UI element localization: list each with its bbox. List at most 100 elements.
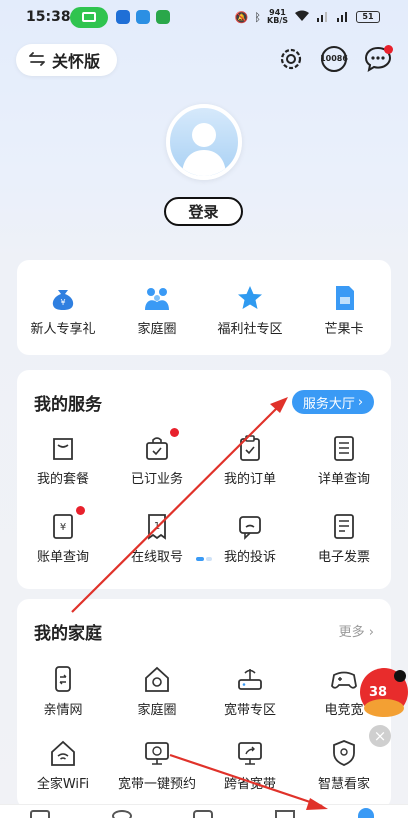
chevron-right-icon: › xyxy=(357,394,364,410)
quick-link-welfare-zone[interactable]: 福利社专区 xyxy=(204,284,296,337)
quick-link-family-circle[interactable]: 家庭圈 xyxy=(111,284,203,337)
status-bar: 15:38 🔕 ᛒ 941 KB/S 51 xyxy=(0,0,408,36)
service-label: 详单查询 xyxy=(317,472,370,487)
avatar[interactable] xyxy=(166,104,242,180)
nav-home-icon[interactable] xyxy=(30,810,50,818)
svg-text:38: 38 xyxy=(369,685,387,700)
service-label: 我的订单 xyxy=(223,472,276,487)
services-title: 我的服务 xyxy=(34,395,102,415)
network-speed-unit: KB/S xyxy=(267,16,288,25)
nav-mall-icon[interactable] xyxy=(275,810,295,818)
home-icon xyxy=(143,665,171,693)
star-icon xyxy=(236,284,264,312)
quick-link-newcomer-gift[interactable]: ¥ 新人专享礼 xyxy=(17,284,109,337)
service-hall-label: 服务大厅 xyxy=(302,396,355,412)
battery-icon: 51 xyxy=(356,11,380,23)
page-indicator xyxy=(196,557,212,561)
family-item[interactable]: 智慧看家 xyxy=(298,739,390,792)
app-notification-icon xyxy=(116,10,130,24)
hotline-button[interactable]: 10086 xyxy=(319,45,349,73)
quick-link-label: 芒果卡 xyxy=(324,322,364,337)
gamepad-icon xyxy=(330,665,358,693)
service-item[interactable]: 已订业务 xyxy=(111,428,203,487)
signal-icon xyxy=(316,10,330,25)
family-item[interactable]: 宽带专区 xyxy=(204,665,296,718)
family-card: 我的家庭 更多 › 亲情网 家庭圈 宽带专区 电竞宽 全家WiFi 宽带一键预约… xyxy=(17,599,391,809)
nav-explore-icon[interactable] xyxy=(112,810,132,818)
service-badge xyxy=(170,428,179,437)
money-bag-icon: ¥ xyxy=(49,284,77,312)
list-icon xyxy=(330,434,358,462)
service-label: 账单查询 xyxy=(36,550,89,565)
nav-service-icon[interactable] xyxy=(193,810,213,818)
service-badge xyxy=(76,506,85,515)
wifi-home-icon xyxy=(49,739,77,767)
login-button[interactable]: 登录 xyxy=(164,197,243,226)
family-more-link[interactable]: 更多 › xyxy=(339,621,374,640)
message-badge xyxy=(384,45,393,54)
care-mode-button[interactable]: 关怀版 xyxy=(16,44,117,76)
svg-text:¥: ¥ xyxy=(60,522,66,533)
service-item[interactable]: 我的投诉 xyxy=(204,512,296,565)
service-label: 电子发票 xyxy=(317,550,370,565)
svg-text:1: 1 xyxy=(154,521,160,532)
family-item[interactable]: 全家WiFi xyxy=(17,739,109,792)
app-notification-icon xyxy=(136,10,150,24)
shopping-bag-icon xyxy=(143,428,179,462)
family-label: 宽带专区 xyxy=(223,703,276,718)
care-mode-label: 关怀版 xyxy=(52,52,101,71)
family-label: 全家WiFi xyxy=(36,777,90,792)
hotline-label: 10086 xyxy=(320,54,348,63)
family-label: 宽带一键预约 xyxy=(117,777,196,792)
quick-link-label: 家庭圈 xyxy=(137,322,177,337)
shield-home-icon xyxy=(330,739,358,767)
monitor-share-icon xyxy=(236,739,264,767)
sim-card-icon xyxy=(330,284,358,312)
service-item[interactable]: 详单查询 xyxy=(298,434,390,487)
service-item[interactable]: 1 在线取号 xyxy=(111,512,203,565)
floating-ad[interactable]: 38 xyxy=(356,666,408,720)
network-speed: 941 KB/S xyxy=(267,9,288,25)
family-title: 我的家庭 xyxy=(34,624,102,644)
family-item[interactable]: 亲情网 xyxy=(17,665,109,718)
router-icon xyxy=(236,665,264,693)
services-card: 我的服务 服务大厅 › 我的套餐 已订业务 我的订单 详单查询 ¥ 账单查询 1… xyxy=(17,370,391,589)
bottom-nav xyxy=(0,804,408,818)
app-notification-icon xyxy=(156,10,170,24)
family-item[interactable]: 宽带一键预约 xyxy=(111,739,203,792)
service-label: 已订业务 xyxy=(130,472,183,487)
more-label: 更多 xyxy=(338,625,365,640)
family-item[interactable]: 跨省宽带 xyxy=(204,739,296,792)
service-item[interactable]: 我的订单 xyxy=(204,434,296,487)
svg-text:¥: ¥ xyxy=(60,298,65,307)
family-label: 亲情网 xyxy=(43,703,83,718)
screen-cast-icon xyxy=(70,7,108,28)
close-icon[interactable]: × xyxy=(369,725,391,747)
bag-icon xyxy=(49,434,77,462)
service-label: 我的投诉 xyxy=(223,550,276,565)
service-item[interactable]: ¥ 账单查询 xyxy=(17,506,109,565)
bill-icon: ¥ xyxy=(49,506,85,540)
service-item[interactable]: 电子发票 xyxy=(298,512,390,565)
service-label: 在线取号 xyxy=(130,550,183,565)
family-item[interactable]: 家庭圈 xyxy=(111,665,203,718)
settings-icon[interactable] xyxy=(277,45,305,73)
switch-arrows-icon xyxy=(28,51,46,70)
quick-link-label: 新人专享礼 xyxy=(30,322,96,337)
bluetooth-icon: ᛒ xyxy=(254,10,262,24)
nav-mine-icon[interactable] xyxy=(358,808,374,818)
ticket-icon: 1 xyxy=(143,512,171,540)
message-icon[interactable] xyxy=(364,45,393,73)
family-label: 家庭圈 xyxy=(137,703,177,718)
quick-links-card: ¥ 新人专享礼 家庭圈 福利社专区 芒果卡 xyxy=(17,260,391,355)
monitor-clock-icon xyxy=(143,739,171,767)
signal-icon xyxy=(336,10,350,25)
quick-link-mango-card[interactable]: 芒果卡 xyxy=(298,284,390,337)
invoice-icon xyxy=(330,512,358,540)
service-item[interactable]: 我的套餐 xyxy=(17,434,109,487)
mute-icon: 🔕 xyxy=(234,10,249,24)
service-hall-button[interactable]: 服务大厅 › xyxy=(292,390,374,414)
status-time: 15:38 xyxy=(26,9,71,25)
family-label: 智慧看家 xyxy=(317,777,370,792)
complaint-icon xyxy=(236,512,264,540)
